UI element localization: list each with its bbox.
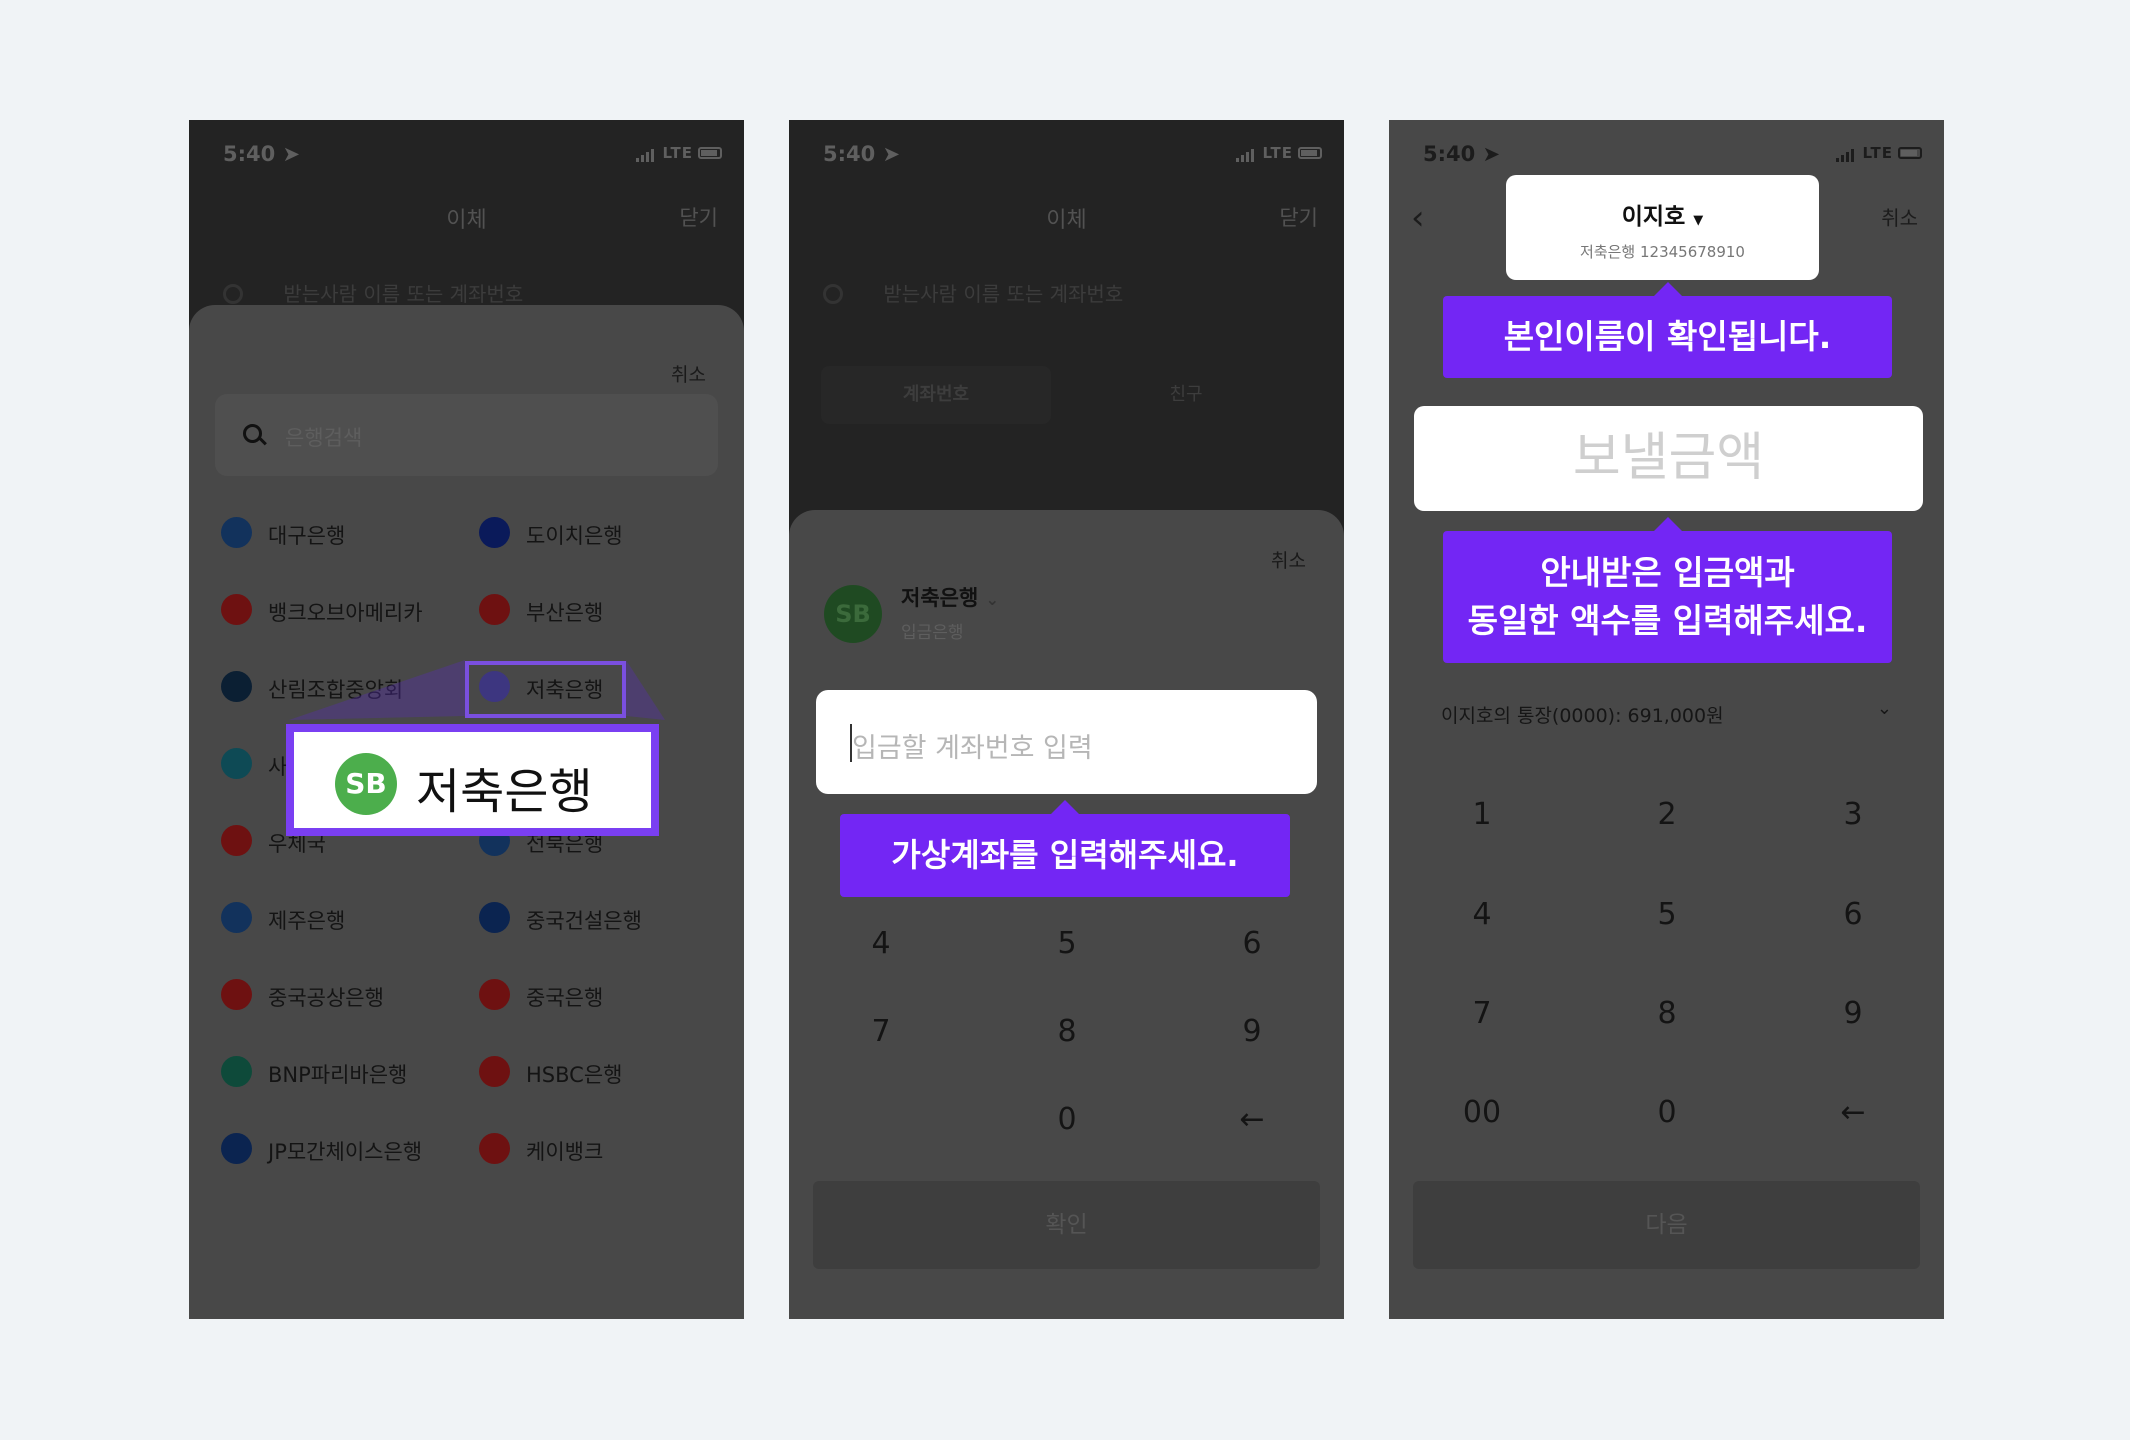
bank-select[interactable]: 저축은행 ⌄ [901, 582, 999, 612]
keypad-key[interactable]: 6 [1813, 897, 1893, 932]
battery-icon [1298, 147, 1322, 159]
highlight-bank-label: 저축은행 [416, 764, 593, 820]
chevron-down-icon: ⌄ [1876, 698, 1892, 719]
keypad-key[interactable]: 6 [1212, 926, 1292, 961]
caret-down-icon: ▼ [1693, 213, 1704, 228]
status-time: 5:40 ➤ [823, 142, 901, 166]
screen-bank-select: 5:40 ➤ LTE 이체 닫기 받는사람 이름 또는 계좌번호 취소 은행검색… [189, 120, 744, 1319]
recipient-account: 저축은행 12345678910 [1580, 243, 1745, 261]
keypad-key[interactable]: 9 [1813, 996, 1893, 1031]
savings-bank-logo-icon: SB [824, 585, 882, 643]
battery-icon [1898, 147, 1922, 159]
recipient-search[interactable]: 받는사람 이름 또는 계좌번호 [823, 278, 1123, 307]
keypad-key[interactable]: 7 [1442, 996, 1522, 1031]
status-time: 5:40 ➤ [1423, 142, 1501, 166]
balance-select[interactable]: 이지호의 통장(0000): 691,000원 [1441, 701, 1724, 728]
keypad-key[interactable]: 9 [1212, 1014, 1292, 1049]
close-button[interactable]: 닫기 [1279, 202, 1318, 232]
cancel-button[interactable]: 취소 [1271, 546, 1306, 573]
page-title: 이체 [1046, 208, 1087, 233]
account-callout: 가상계좌를 입력해주세요. [840, 800, 1290, 897]
name-callout: 본인이름이 확인됩니다. [1443, 282, 1892, 378]
chevron-down-icon: ⌄ [985, 590, 999, 609]
keypad-key[interactable]: 7 [841, 1014, 921, 1049]
amount-callout: 안내받은 입금액과 동일한 액수를 입력해주세요. [1443, 517, 1892, 663]
keypad-key[interactable]: 5 [1027, 926, 1107, 961]
keypad-key[interactable]: 1 [1442, 797, 1522, 832]
search-icon [823, 284, 843, 304]
tab-account-number[interactable]: 계좌번호 [821, 366, 1051, 424]
keypad-key[interactable]: 5 [1627, 897, 1707, 932]
account-number-input[interactable]: 입금할 계좌번호 입력 [816, 690, 1317, 794]
keypad-key[interactable]: 8 [1627, 996, 1707, 1031]
status-network: LTE [1236, 144, 1322, 162]
next-button[interactable]: 다음 [1413, 1181, 1920, 1269]
confirm-button[interactable]: 확인 [813, 1181, 1320, 1269]
savings-bank-logo-icon: SB [335, 753, 397, 815]
highlight-bank-card: SB 저축은행 [286, 724, 659, 836]
keypad-key[interactable]: 4 [1442, 897, 1522, 932]
highlight-funnel [289, 660, 665, 720]
amount-input[interactable]: 보낼금액 [1414, 406, 1923, 511]
screen-account-input: 5:40 ➤ LTE 이체 닫기 받는사람 이름 또는 계좌번호 계좌번호 친구… [789, 120, 1344, 1319]
recipient-name: 이지호 ▼ [1621, 204, 1704, 230]
back-icon[interactable]: ‹ [1411, 198, 1425, 238]
status-network: LTE [1836, 144, 1922, 162]
recipient-card[interactable]: 이지호 ▼ 저축은행 12345678910 [1506, 175, 1819, 280]
keypad-key[interactable]: 8 [1027, 1014, 1107, 1049]
keypad-key[interactable]: 2 [1627, 797, 1707, 832]
tab-friend[interactable]: 친구 [1071, 366, 1301, 424]
keypad-key[interactable]: 0 [1627, 1095, 1707, 1130]
keypad-key[interactable]: 4 [841, 926, 921, 961]
keypad-key[interactable]: ← [1813, 1095, 1893, 1130]
screen-amount-input: 5:40 ➤ LTE ‹ 취소 이지호 ▼ 저축은행 12345678910 본… [1389, 120, 1944, 1319]
keypad-key[interactable]: 3 [1813, 797, 1893, 832]
keypad-key[interactable]: 00 [1442, 1095, 1522, 1130]
keypad-key[interactable]: ← [1212, 1102, 1292, 1137]
cancel-button[interactable]: 취소 [1881, 202, 1918, 231]
bank-sub-label: 입금은행 [901, 623, 964, 643]
keypad-key[interactable]: 0 [1027, 1102, 1107, 1137]
